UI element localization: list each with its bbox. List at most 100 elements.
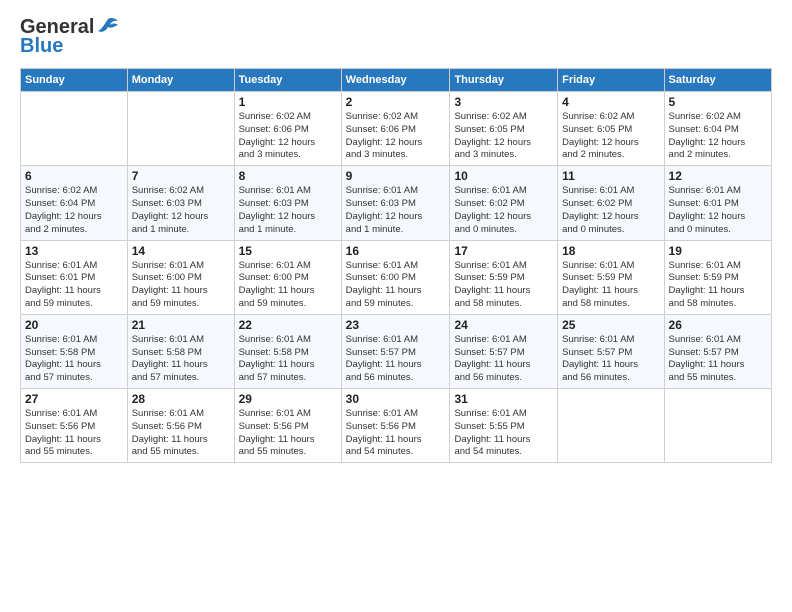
page: General Blue SundayMondayTuesdayWednesda… [0, 0, 792, 612]
calendar-cell [127, 92, 234, 166]
day-info: Sunrise: 6:01 AM Sunset: 6:02 PM Dayligh… [562, 185, 659, 236]
calendar-cell: 15Sunrise: 6:01 AM Sunset: 6:00 PM Dayli… [234, 240, 341, 314]
calendar-week-row: 27 Sunrise: 6:01 AM Sunset: 5:56 PM Dayli… [21, 389, 772, 463]
calendar-table: SundayMondayTuesdayWednesdayThursdayFrid… [20, 68, 772, 463]
day-info: Sunrise: 6:01 AM Sunset: 5:57 PM Dayligh… [562, 334, 659, 385]
day-number: 20 [25, 318, 123, 332]
day-number: 25 [562, 318, 659, 332]
calendar-cell: 24 Sunrise: 6:01 AM Sunset: 5:57 PM Dayli… [450, 314, 558, 388]
day-number: 27 [25, 392, 123, 406]
day-number: 6 [25, 169, 123, 183]
calendar-cell: 9 Sunrise: 6:01 AM Sunset: 6:03 PM Daylig… [341, 166, 450, 240]
calendar-cell: 4 Sunrise: 6:02 AM Sunset: 6:05 PM Daylig… [558, 92, 664, 166]
logo-bird-icon [94, 17, 120, 39]
day-number: 30 [346, 392, 446, 406]
col-header-thursday: Thursday [450, 69, 558, 92]
day-info: Sunrise: 6:01 AM Sunset: 5:56 PM Dayligh… [25, 408, 123, 459]
calendar-week-row: 20 Sunrise: 6:01 AM Sunset: 5:58 PM Dayli… [21, 314, 772, 388]
day-info: Sunrise: 6:02 AM Sunset: 6:03 PM Dayligh… [132, 185, 230, 236]
day-number: 16 [346, 244, 446, 258]
calendar-cell: 5Sunrise: 6:02 AM Sunset: 6:04 PM Daylig… [664, 92, 771, 166]
day-info: Sunrise: 6:01 AM Sunset: 5:58 PM Dayligh… [239, 334, 337, 385]
day-info: Sunrise: 6:02 AM Sunset: 6:04 PM Dayligh… [25, 185, 123, 236]
calendar-week-row: 13 Sunrise: 6:01 AM Sunset: 6:01 PM Dayli… [21, 240, 772, 314]
calendar-cell: 22 Sunrise: 6:01 AM Sunset: 5:58 PM Dayli… [234, 314, 341, 388]
day-info: Sunrise: 6:01 AM Sunset: 6:01 PM Dayligh… [25, 260, 123, 311]
calendar-cell: 25 Sunrise: 6:01 AM Sunset: 5:57 PM Dayli… [558, 314, 664, 388]
col-header-sunday: Sunday [21, 69, 128, 92]
day-info: Sunrise: 6:01 AM Sunset: 6:00 PM Dayligh… [239, 260, 337, 311]
day-info: Sunrise: 6:01 AM Sunset: 5:57 PM Dayligh… [669, 334, 767, 385]
day-info: Sunrise: 6:01 AM Sunset: 6:01 PM Dayligh… [669, 185, 767, 236]
calendar-cell: 31Sunrise: 6:01 AM Sunset: 5:55 PM Dayli… [450, 389, 558, 463]
col-header-saturday: Saturday [664, 69, 771, 92]
day-number: 23 [346, 318, 446, 332]
day-number: 31 [454, 392, 553, 406]
calendar-cell: 27 Sunrise: 6:01 AM Sunset: 5:56 PM Dayli… [21, 389, 128, 463]
day-info: Sunrise: 6:02 AM Sunset: 6:04 PM Dayligh… [669, 111, 767, 162]
calendar-cell: 26Sunrise: 6:01 AM Sunset: 5:57 PM Dayli… [664, 314, 771, 388]
day-info: Sunrise: 6:02 AM Sunset: 6:05 PM Dayligh… [562, 111, 659, 162]
day-number: 1 [239, 95, 337, 109]
day-info: Sunrise: 6:01 AM Sunset: 5:57 PM Dayligh… [454, 334, 553, 385]
day-number: 11 [562, 169, 659, 183]
day-info: Sunrise: 6:01 AM Sunset: 5:56 PM Dayligh… [239, 408, 337, 459]
calendar-cell: 3 Sunrise: 6:02 AM Sunset: 6:05 PM Daylig… [450, 92, 558, 166]
day-number: 19 [669, 244, 767, 258]
calendar-cell: 2Sunrise: 6:02 AM Sunset: 6:06 PM Daylig… [341, 92, 450, 166]
day-info: Sunrise: 6:01 AM Sunset: 5:59 PM Dayligh… [562, 260, 659, 311]
calendar-cell: 10 Sunrise: 6:01 AM Sunset: 6:02 PM Dayli… [450, 166, 558, 240]
calendar-week-row: 6 Sunrise: 6:02 AM Sunset: 6:04 PM Daylig… [21, 166, 772, 240]
day-info: Sunrise: 6:02 AM Sunset: 6:06 PM Dayligh… [346, 111, 446, 162]
calendar-cell: 6 Sunrise: 6:02 AM Sunset: 6:04 PM Daylig… [21, 166, 128, 240]
day-info: Sunrise: 6:01 AM Sunset: 6:00 PM Dayligh… [346, 260, 446, 311]
calendar-cell: 19 Sunrise: 6:01 AM Sunset: 5:59 PM Dayli… [664, 240, 771, 314]
calendar-cell: 13 Sunrise: 6:01 AM Sunset: 6:01 PM Dayli… [21, 240, 128, 314]
calendar-cell: 1 Sunrise: 6:02 AM Sunset: 6:06 PM Daylig… [234, 92, 341, 166]
day-number: 12 [669, 169, 767, 183]
day-number: 24 [454, 318, 553, 332]
day-number: 17 [454, 244, 553, 258]
day-number: 4 [562, 95, 659, 109]
calendar-cell: 18 Sunrise: 6:01 AM Sunset: 5:59 PM Dayli… [558, 240, 664, 314]
col-header-tuesday: Tuesday [234, 69, 341, 92]
header: General Blue [20, 16, 772, 58]
calendar-cell [21, 92, 128, 166]
calendar-cell: 14Sunrise: 6:01 AM Sunset: 6:00 PM Dayli… [127, 240, 234, 314]
calendar-cell: 29 Sunrise: 6:01 AM Sunset: 5:56 PM Dayli… [234, 389, 341, 463]
day-number: 10 [454, 169, 553, 183]
calendar-cell: 16 Sunrise: 6:01 AM Sunset: 6:00 PM Dayli… [341, 240, 450, 314]
day-number: 7 [132, 169, 230, 183]
calendar-cell: 23 Sunrise: 6:01 AM Sunset: 5:57 PM Dayli… [341, 314, 450, 388]
col-header-monday: Monday [127, 69, 234, 92]
calendar-week-row: 1 Sunrise: 6:02 AM Sunset: 6:06 PM Daylig… [21, 92, 772, 166]
calendar-cell: 7 Sunrise: 6:02 AM Sunset: 6:03 PM Daylig… [127, 166, 234, 240]
calendar-header-row: SundayMondayTuesdayWednesdayThursdayFrid… [21, 69, 772, 92]
day-info: Sunrise: 6:01 AM Sunset: 5:59 PM Dayligh… [454, 260, 553, 311]
calendar-cell: 11 Sunrise: 6:01 AM Sunset: 6:02 PM Dayli… [558, 166, 664, 240]
day-info: Sunrise: 6:01 AM Sunset: 6:02 PM Dayligh… [454, 185, 553, 236]
day-number: 3 [454, 95, 553, 109]
day-number: 9 [346, 169, 446, 183]
day-number: 13 [25, 244, 123, 258]
day-info: Sunrise: 6:01 AM Sunset: 6:03 PM Dayligh… [346, 185, 446, 236]
day-info: Sunrise: 6:01 AM Sunset: 5:59 PM Dayligh… [669, 260, 767, 311]
day-info: Sunrise: 6:01 AM Sunset: 5:57 PM Dayligh… [346, 334, 446, 385]
day-info: Sunrise: 6:01 AM Sunset: 5:58 PM Dayligh… [132, 334, 230, 385]
day-number: 29 [239, 392, 337, 406]
day-info: Sunrise: 6:01 AM Sunset: 6:03 PM Dayligh… [239, 185, 337, 236]
day-number: 22 [239, 318, 337, 332]
logo: General Blue [20, 16, 120, 58]
calendar-cell: 21 Sunrise: 6:01 AM Sunset: 5:58 PM Dayli… [127, 314, 234, 388]
day-info: Sunrise: 6:02 AM Sunset: 6:06 PM Dayligh… [239, 111, 337, 162]
day-number: 21 [132, 318, 230, 332]
calendar-cell: 8 Sunrise: 6:01 AM Sunset: 6:03 PM Daylig… [234, 166, 341, 240]
calendar-cell: 12 Sunrise: 6:01 AM Sunset: 6:01 PM Dayli… [664, 166, 771, 240]
day-info: Sunrise: 6:02 AM Sunset: 6:05 PM Dayligh… [454, 111, 553, 162]
calendar-cell: 20 Sunrise: 6:01 AM Sunset: 5:58 PM Dayli… [21, 314, 128, 388]
day-number: 18 [562, 244, 659, 258]
day-number: 8 [239, 169, 337, 183]
day-info: Sunrise: 6:01 AM Sunset: 5:58 PM Dayligh… [25, 334, 123, 385]
day-number: 14 [132, 244, 230, 258]
col-header-friday: Friday [558, 69, 664, 92]
